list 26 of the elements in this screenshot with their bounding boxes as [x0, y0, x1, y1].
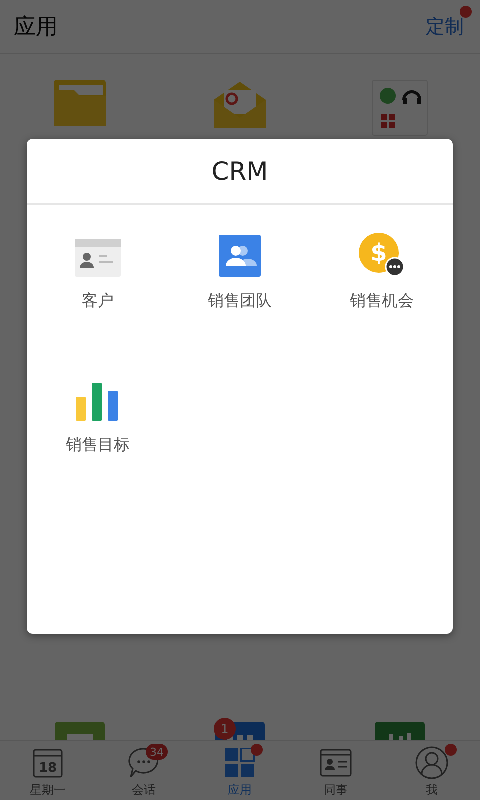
- dialog-title: CRM: [27, 139, 453, 205]
- folder-icon: [54, 80, 106, 126]
- notification-dot: [445, 744, 457, 756]
- people-icon: [219, 235, 261, 277]
- contact-card-icon: [320, 749, 352, 777]
- help-tile-icon: [372, 80, 428, 136]
- count-badge: 34: [146, 744, 168, 760]
- count-badge: 1: [214, 718, 236, 740]
- calendar-icon: 18: [33, 748, 63, 778]
- tab-item[interactable]: 34 会话: [96, 741, 192, 800]
- tab-item[interactable]: 18 星期一: [0, 741, 96, 800]
- tab-item[interactable]: 应用: [192, 741, 288, 800]
- customize-link[interactable]: 定制: [426, 16, 464, 38]
- grid-icon: [225, 748, 255, 778]
- app-label[interactable]: 客户: [82, 291, 114, 312]
- contact-card-icon: [75, 239, 121, 277]
- tab-item[interactable]: 我: [384, 741, 480, 800]
- page-title: 应用: [14, 14, 58, 42]
- envelope-icon: [214, 80, 266, 128]
- notification-dot: [251, 744, 263, 756]
- tab-item[interactable]: 同事: [288, 741, 384, 800]
- person-icon: [415, 746, 449, 780]
- app-label[interactable]: 销售机会: [350, 291, 414, 312]
- app-label[interactable]: 销售团队: [208, 291, 272, 312]
- app-label[interactable]: 销售目标: [66, 435, 130, 456]
- bar-chart-icon: [76, 383, 120, 421]
